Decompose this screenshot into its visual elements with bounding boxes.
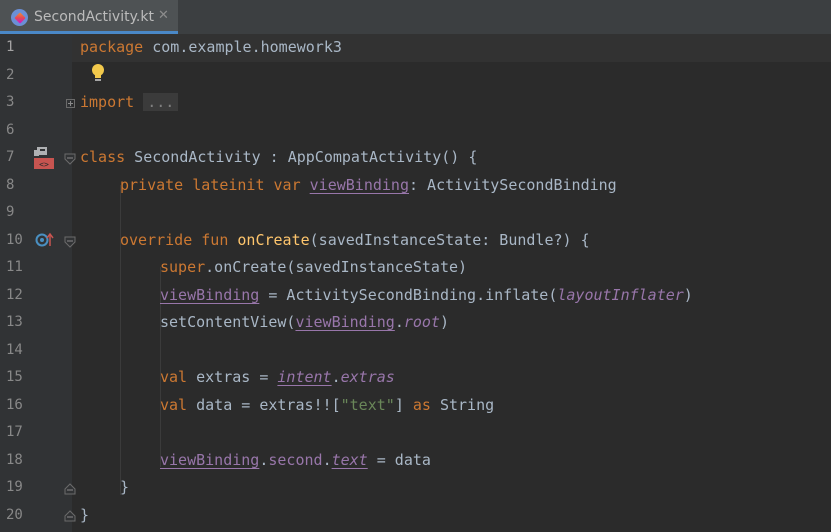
line-number: 20 xyxy=(6,507,23,523)
parameters: (savedInstanceState: Bundle?) { xyxy=(309,231,590,249)
line-number: 15 xyxy=(6,369,23,385)
closing-brace: } xyxy=(80,506,90,524)
property-name: layoutInflater xyxy=(557,286,684,304)
line-number: 3 xyxy=(6,94,15,110)
code-line-18: viewBinding.second.text = data xyxy=(160,451,431,469)
type-name: String xyxy=(430,396,495,414)
line-number: 1 xyxy=(6,39,15,55)
punctuation: ) xyxy=(683,286,693,304)
code-line-1: package com.example.homework3 xyxy=(80,38,342,56)
property-name: second xyxy=(268,451,323,469)
keyword: import xyxy=(80,93,135,111)
class-declaration: SecondActivity : AppCompatActivity() { xyxy=(125,148,478,166)
punctuation: ] xyxy=(394,396,413,414)
property-name: intent xyxy=(277,368,332,386)
keyword: override fun xyxy=(120,231,229,249)
code-line-7: class SecondActivity : AppCompatActivity… xyxy=(80,148,477,166)
override-method-icon[interactable] xyxy=(35,232,55,248)
package-name: com.example.homework3 xyxy=(143,38,342,56)
punctuation: . xyxy=(322,451,332,469)
string-literal: "text" xyxy=(340,396,395,414)
line-number: 6 xyxy=(6,122,15,138)
code-line-15: val extras = intent.extras xyxy=(160,368,395,386)
assignment: = data xyxy=(367,451,431,469)
punctuation: ) xyxy=(439,313,449,331)
code-line-13: setContentView(viewBinding.root) xyxy=(160,313,449,331)
line-number-gutter: 1 2 3 6 7 8 9 10 11 12 13 14 15 16 17 18… xyxy=(0,35,76,532)
line-number: 19 xyxy=(6,479,23,495)
code-line-10: override fun onCreate(savedInstanceState… xyxy=(120,231,590,249)
close-tab-icon[interactable]: ✕ xyxy=(158,8,169,23)
property-name: extras xyxy=(340,368,395,386)
kotlin-file-icon xyxy=(11,9,28,26)
property-name: viewBinding xyxy=(295,313,395,331)
assignment: = ActivitySecondBinding.inflate( xyxy=(259,286,558,304)
call: setContentView( xyxy=(160,313,296,331)
code-editor[interactable]: 1 2 3 6 7 8 9 10 11 12 13 14 15 16 17 18… xyxy=(0,35,831,532)
line-number: 8 xyxy=(6,177,15,193)
line-number: 7 xyxy=(6,149,15,165)
keyword: val xyxy=(160,396,188,414)
declaration: extras = xyxy=(187,368,278,386)
function-name: onCreate xyxy=(237,231,310,249)
code-line-19: } xyxy=(120,478,129,496)
line-number: 11 xyxy=(6,259,23,275)
declaration: data = extras!![ xyxy=(187,396,341,414)
code-line-3: import ... xyxy=(80,93,179,111)
call: .onCreate(savedInstanceState) xyxy=(205,258,468,276)
svg-text:<>: <> xyxy=(39,160,49,169)
keyword: package xyxy=(80,38,144,56)
keyword: private lateinit var xyxy=(120,176,301,194)
line-number: 10 xyxy=(6,232,23,248)
code-area[interactable]: package com.example.homework3 import ...… xyxy=(72,35,831,532)
line-number: 14 xyxy=(6,342,23,358)
type-annotation: : ActivitySecondBinding xyxy=(409,176,617,194)
line-number: 16 xyxy=(6,397,23,413)
keyword: super xyxy=(160,258,206,276)
punctuation: . xyxy=(394,313,404,331)
property-name: viewBinding xyxy=(309,176,409,194)
line-number: 18 xyxy=(6,452,23,468)
line-number: 13 xyxy=(6,314,23,330)
code-line-8: private lateinit var viewBinding: Activi… xyxy=(120,176,617,194)
code-line-16: val data = extras!!["text"] as String xyxy=(160,396,494,414)
line-number: 12 xyxy=(6,287,23,303)
property-name: viewBinding xyxy=(160,286,260,304)
line-number: 17 xyxy=(6,424,23,440)
punctuation: . xyxy=(331,368,341,386)
line-number: 9 xyxy=(6,204,15,220)
editor-tab-bar: SecondActivity.kt ✕ xyxy=(0,0,831,35)
code-line-12: viewBinding = ActivitySecondBinding.infl… xyxy=(160,286,693,304)
tab-filename: SecondActivity.kt xyxy=(34,9,154,25)
property-name: root xyxy=(403,313,440,331)
keyword: class xyxy=(80,148,126,166)
code-line-20: } xyxy=(80,506,89,524)
line-number: 2 xyxy=(6,67,15,83)
property-name: viewBinding xyxy=(160,451,260,469)
closing-brace: } xyxy=(120,478,130,496)
tab-second-activity[interactable]: SecondActivity.kt ✕ xyxy=(0,0,178,34)
keyword: as xyxy=(412,396,431,414)
property-name: text xyxy=(331,451,368,469)
lightbulb-icon[interactable] xyxy=(90,63,106,83)
activity-layout-icon[interactable]: <> xyxy=(33,146,55,170)
code-line-11: super.onCreate(savedInstanceState) xyxy=(160,258,467,276)
folded-imports[interactable]: ... xyxy=(143,93,179,111)
keyword: val xyxy=(160,368,188,386)
